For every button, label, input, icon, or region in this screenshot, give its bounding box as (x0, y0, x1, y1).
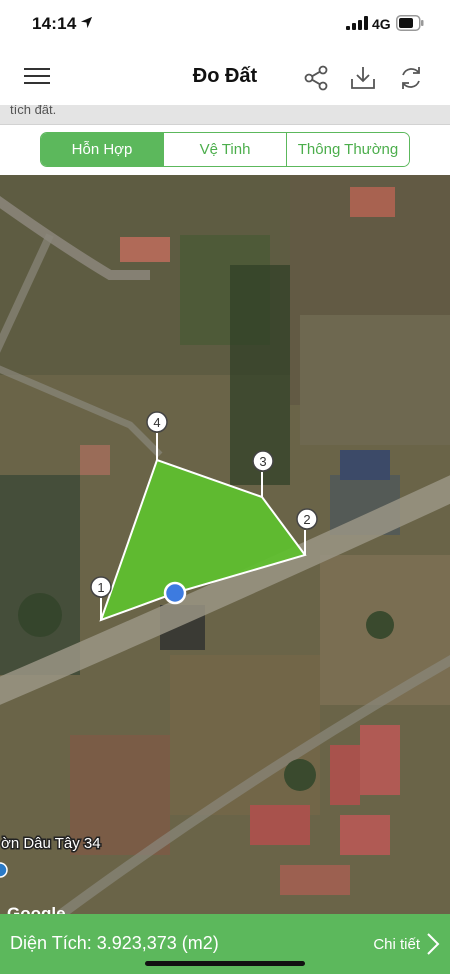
area-total: Diện Tích: 3.923,373 (m2) (10, 933, 219, 953)
vertex-marker-2[interactable]: 2 (296, 508, 318, 530)
share-icon[interactable] (302, 64, 330, 92)
page-title: Đo Đất (192, 65, 258, 87)
details-button[interactable]: Chi tiết (373, 930, 440, 958)
place-label[interactable]: ờn Dâu Tây 34 (0, 834, 102, 854)
refresh-icon[interactable] (397, 64, 425, 92)
cellular-signal-icon (346, 16, 368, 30)
place-pin-icon[interactable] (0, 862, 8, 878)
chevron-right-icon (427, 933, 440, 955)
map-type-bar: Hỗn Hợp Vệ Tinh Thông Thường (0, 125, 450, 175)
field-patch (0, 475, 80, 675)
current-location-dot (163, 581, 187, 605)
location-arrow-icon (80, 16, 93, 29)
building (280, 865, 350, 895)
app-header: Đo Đất (0, 46, 450, 106)
vertex-marker-4[interactable]: 4 (146, 411, 168, 433)
satellite-map[interactable]: 1 2 3 4 ờn Dâu Tây 34 Google (0, 175, 450, 915)
map-type-satellite[interactable]: Vệ Tinh (163, 133, 286, 166)
building (120, 237, 170, 262)
battery-icon (396, 15, 424, 31)
download-icon[interactable] (349, 64, 377, 92)
vertex-marker-1[interactable]: 1 (90, 576, 112, 598)
building (360, 725, 400, 795)
tree (284, 759, 316, 791)
tree (18, 593, 62, 637)
vertex-marker-3[interactable]: 3 (252, 450, 274, 472)
network-type: 4G (372, 16, 391, 32)
building (330, 745, 360, 805)
info-strip: tích đất. (0, 105, 450, 125)
map-type-selector: Hỗn Hợp Vệ Tinh Thông Thường (40, 132, 410, 167)
map-canvas[interactable]: 1 2 3 4 ờn Dâu Tây 34 Google (0, 175, 450, 915)
marker-label: 4 (153, 415, 160, 430)
details-label: Chi tiết (373, 935, 420, 953)
map-type-normal[interactable]: Thông Thường (286, 133, 409, 166)
building (80, 445, 110, 475)
building (340, 815, 390, 855)
building (340, 450, 390, 480)
map-type-hybrid[interactable]: Hỗn Hợp (41, 133, 163, 166)
building (350, 187, 395, 217)
status-bar: 14:14 4G (0, 0, 450, 46)
tree (366, 611, 394, 639)
building (250, 805, 310, 845)
marker-label: 1 (97, 580, 104, 595)
home-indicator (145, 961, 305, 966)
info-text: tích đất. (10, 105, 57, 117)
marker-label: 3 (259, 454, 266, 469)
status-time: 14:14 (32, 14, 77, 33)
marker-label: 2 (303, 512, 310, 527)
field-patch (300, 315, 450, 445)
